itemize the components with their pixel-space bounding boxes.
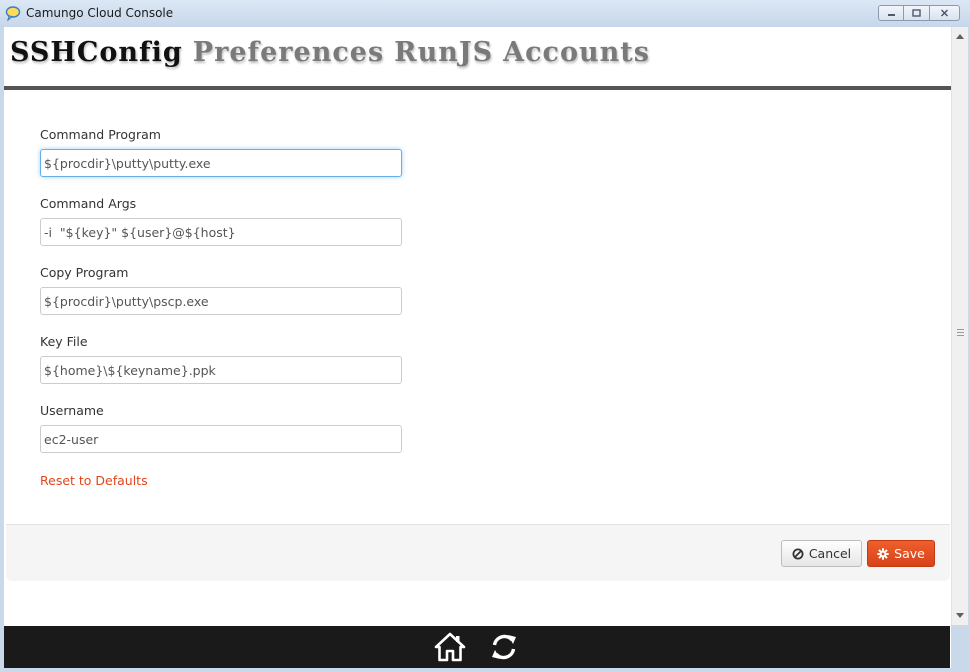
reset-to-defaults-link[interactable]: Reset to Defaults (40, 473, 148, 488)
form-footer: Cancel Save (6, 524, 950, 581)
dialog-client-area: SSHConfig Preferences RunJS Accounts Com… (4, 27, 951, 668)
gear-icon (877, 547, 889, 560)
field-command-args: Command Args (40, 196, 402, 246)
key-file-input[interactable] (40, 356, 402, 384)
close-button[interactable] (930, 5, 960, 21)
maximize-button[interactable] (904, 5, 930, 21)
scroll-up-arrow-icon[interactable] (956, 34, 964, 39)
field-label: Key File (40, 334, 88, 349)
home-icon[interactable] (434, 631, 466, 663)
field-key-file: Key File (40, 334, 402, 384)
refresh-icon[interactable] (488, 631, 520, 663)
field-label: Username (40, 403, 104, 418)
field-label: Command Program (40, 127, 161, 142)
maximize-icon (912, 9, 921, 17)
field-command-program: Command Program (40, 127, 402, 177)
window-controls (878, 5, 960, 21)
command-args-input[interactable] (40, 218, 402, 246)
minimize-button[interactable] (878, 5, 904, 21)
nav-tab-runjs[interactable]: RunJS (394, 37, 493, 86)
window-titlebar[interactable]: Camungo Cloud Console (0, 0, 970, 27)
copy-program-input[interactable] (40, 287, 402, 315)
nav-tab-accounts[interactable]: Accounts (503, 37, 650, 86)
close-icon (940, 9, 949, 17)
save-button[interactable]: Save (867, 540, 935, 567)
ban-icon (792, 548, 804, 559)
command-program-input[interactable] (40, 149, 402, 177)
bottom-toolbar (4, 626, 950, 668)
top-nav: SSHConfig Preferences RunJS Accounts (4, 27, 951, 90)
nav-tab-sshconfig[interactable]: SSHConfig (10, 37, 183, 86)
speech-bubble-icon (5, 6, 21, 21)
scroll-down-arrow-icon[interactable] (956, 613, 964, 618)
save-label: Save (894, 546, 925, 561)
cancel-button[interactable]: Cancel (781, 540, 862, 567)
vertical-scrollbar[interactable] (951, 27, 968, 625)
nav-tab-preferences[interactable]: Preferences (193, 37, 384, 86)
field-copy-program: Copy Program (40, 265, 402, 315)
window-title: Camungo Cloud Console (26, 6, 174, 20)
field-label: Command Args (40, 196, 137, 211)
cancel-label: Cancel (808, 546, 852, 561)
username-input[interactable] (40, 425, 402, 453)
field-username: Username (40, 403, 402, 453)
field-label: Copy Program (40, 265, 129, 280)
scroll-grip-icon[interactable] (957, 329, 964, 336)
minimize-icon (887, 14, 895, 16)
